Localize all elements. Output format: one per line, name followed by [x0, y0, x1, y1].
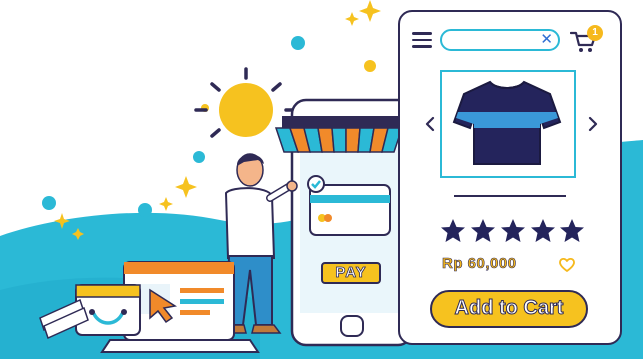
- star-icon: [501, 219, 525, 242]
- search-input[interactable]: ✕: [440, 29, 560, 51]
- dot-decoration: [42, 196, 56, 210]
- phone-home-button: [340, 315, 364, 337]
- tshirt-icon: [452, 80, 562, 165]
- cart-count-badge: 1: [587, 25, 603, 41]
- star-icon: [441, 219, 465, 242]
- illustration-scene: PAY ✕ 1 Rp 60,000 Add to Cart: [0, 0, 643, 359]
- close-icon[interactable]: ✕: [540, 31, 553, 48]
- hamburger-icon[interactable]: [412, 32, 432, 48]
- dot-decoration: [364, 60, 376, 72]
- product-card: ✕ 1 Rp 60,000 Add to Cart: [398, 10, 622, 345]
- rating-stars: [441, 219, 584, 242]
- dot-decoration: [138, 203, 152, 217]
- shopping-bag-icon: [75, 284, 141, 336]
- chevron-left-icon[interactable]: [425, 116, 435, 132]
- product-price: Rp 60,000: [442, 255, 517, 273]
- product-image-frame[interactable]: [440, 70, 576, 178]
- star-icon: [471, 219, 495, 242]
- heart-icon[interactable]: [558, 257, 576, 273]
- pay-button[interactable]: PAY: [321, 262, 381, 284]
- chevron-right-icon[interactable]: [588, 116, 598, 132]
- star-icon: [560, 219, 584, 242]
- divider: [454, 195, 566, 197]
- dot-decoration: [291, 36, 305, 50]
- dot-decoration: [193, 151, 205, 163]
- add-to-cart-button[interactable]: Add to Cart: [430, 290, 588, 328]
- phone-illustration: [274, 98, 414, 347]
- sun-icon: [194, 67, 298, 138]
- star-icon: [531, 219, 555, 242]
